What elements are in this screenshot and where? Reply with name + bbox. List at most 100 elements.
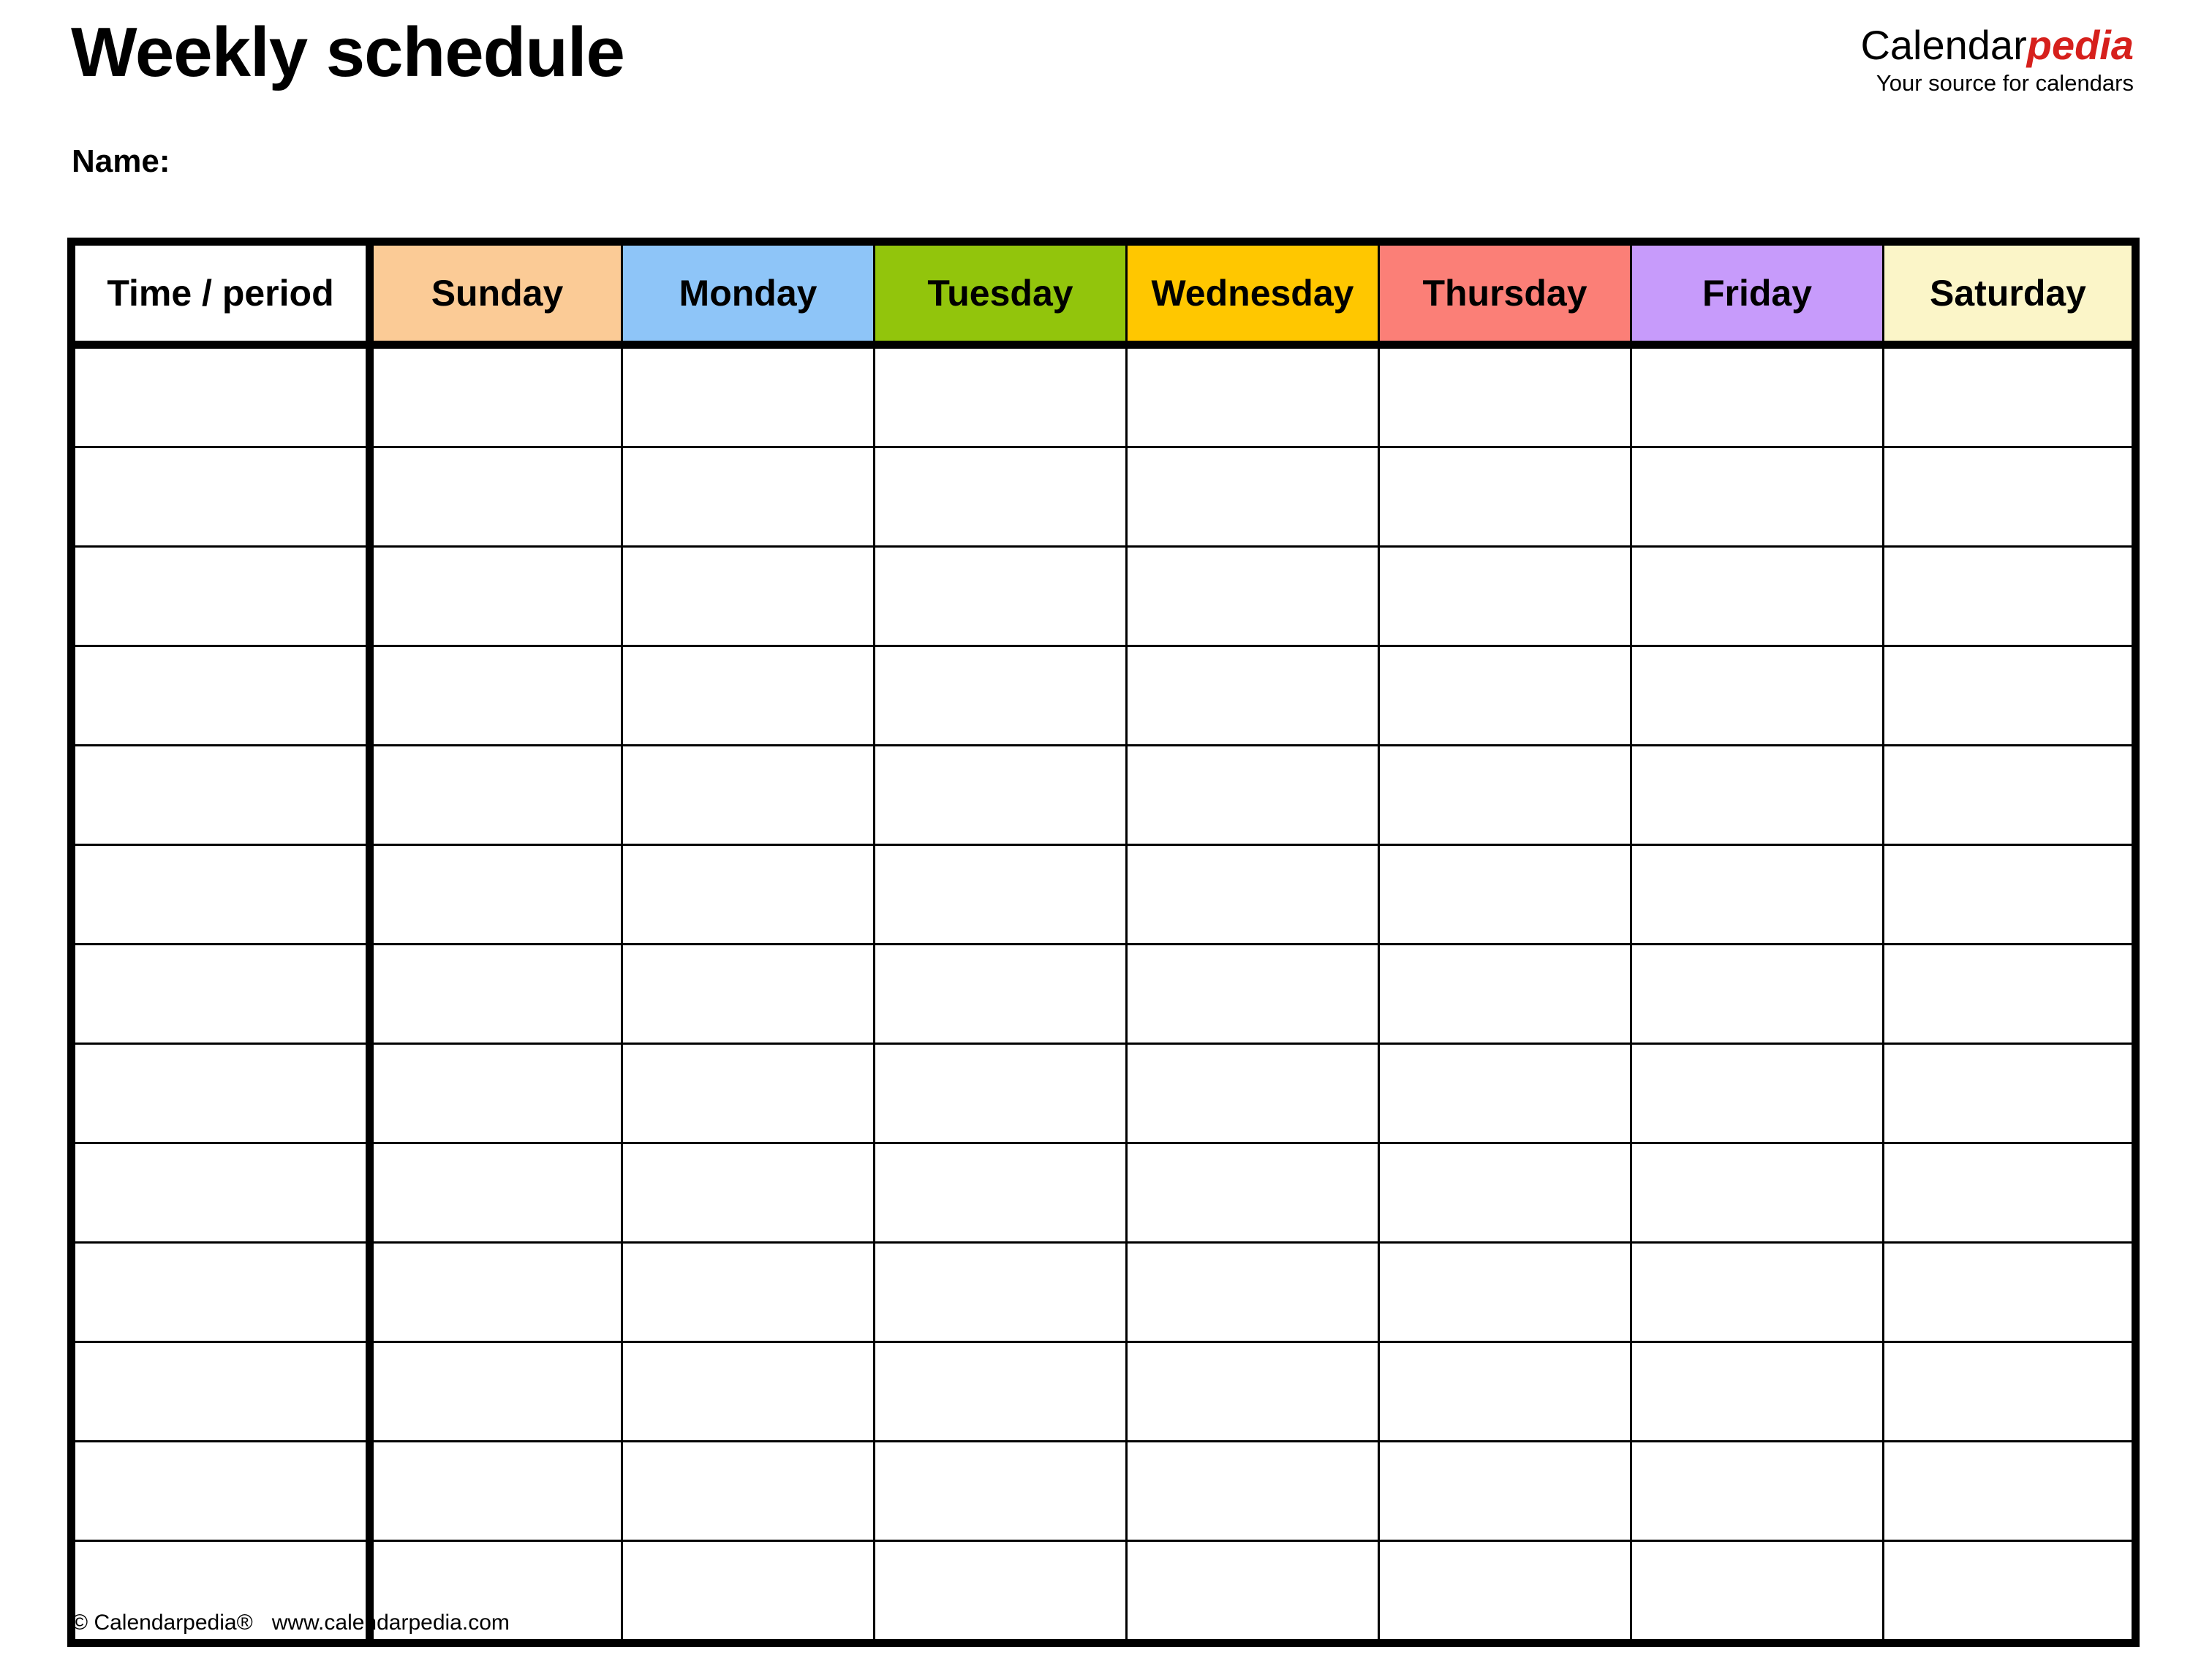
schedule-cell-friday[interactable]	[1630, 344, 1884, 448]
schedule-cell-saturday[interactable]	[1882, 446, 2137, 548]
schedule-cell-time[interactable]	[70, 744, 374, 846]
schedule-cell-saturday[interactable]	[1882, 1440, 2137, 1542]
schedule-cell-tuesday[interactable]	[873, 446, 1128, 548]
schedule-cell-monday[interactable]	[621, 1142, 875, 1244]
schedule-cell-sunday[interactable]	[369, 1241, 623, 1343]
schedule-cell-friday[interactable]	[1630, 1043, 1884, 1144]
schedule-cell-saturday[interactable]	[1882, 943, 2137, 1045]
schedule-cell-thursday[interactable]	[1378, 1142, 1632, 1244]
schedule-cell-thursday[interactable]	[1378, 1043, 1632, 1144]
schedule-cell-friday[interactable]	[1630, 545, 1884, 647]
schedule-cell-thursday[interactable]	[1378, 446, 1632, 548]
schedule-cell-tuesday[interactable]	[873, 1241, 1128, 1343]
schedule-cell-time[interactable]	[70, 344, 374, 448]
schedule-cell-saturday[interactable]	[1882, 1142, 2137, 1244]
schedule-cell-time[interactable]	[70, 844, 374, 945]
schedule-cell-tuesday[interactable]	[873, 1540, 1128, 1644]
schedule-cell-thursday[interactable]	[1378, 545, 1632, 647]
schedule-cell-sunday[interactable]	[369, 645, 623, 746]
schedule-cell-wednesday[interactable]	[1125, 1341, 1380, 1442]
schedule-cell-time[interactable]	[70, 1043, 374, 1144]
schedule-cell-sunday[interactable]	[369, 344, 623, 448]
schedule-cell-saturday[interactable]	[1882, 344, 2137, 448]
schedule-cell-wednesday[interactable]	[1125, 943, 1380, 1045]
schedule-cell-friday[interactable]	[1630, 943, 1884, 1045]
schedule-cell-wednesday[interactable]	[1125, 844, 1380, 945]
schedule-cell-time[interactable]	[70, 1440, 374, 1542]
schedule-cell-monday[interactable]	[621, 1440, 875, 1542]
schedule-cell-friday[interactable]	[1630, 645, 1884, 746]
schedule-cell-sunday[interactable]	[369, 1341, 623, 1442]
schedule-cell-tuesday[interactable]	[873, 844, 1128, 945]
schedule-cell-wednesday[interactable]	[1125, 1241, 1380, 1343]
schedule-cell-sunday[interactable]	[369, 1142, 623, 1244]
footer-url[interactable]: www.calendarpedia.com	[272, 1611, 510, 1635]
schedule-cell-monday[interactable]	[621, 1540, 875, 1644]
schedule-cell-monday[interactable]	[621, 1043, 875, 1144]
schedule-cell-time[interactable]	[70, 1241, 374, 1343]
schedule-cell-sunday[interactable]	[369, 1440, 623, 1542]
schedule-cell-friday[interactable]	[1630, 1440, 1884, 1542]
schedule-cell-friday[interactable]	[1630, 1142, 1884, 1244]
schedule-cell-saturday[interactable]	[1882, 545, 2137, 647]
schedule-cell-friday[interactable]	[1630, 1241, 1884, 1343]
schedule-cell-monday[interactable]	[621, 446, 875, 548]
schedule-cell-thursday[interactable]	[1378, 844, 1632, 945]
schedule-cell-monday[interactable]	[621, 943, 875, 1045]
schedule-cell-tuesday[interactable]	[873, 744, 1128, 846]
schedule-cell-monday[interactable]	[621, 844, 875, 945]
schedule-cell-tuesday[interactable]	[873, 645, 1128, 746]
schedule-cell-monday[interactable]	[621, 545, 875, 647]
schedule-cell-thursday[interactable]	[1378, 1440, 1632, 1542]
schedule-cell-time[interactable]	[70, 446, 374, 548]
schedule-cell-thursday[interactable]	[1378, 943, 1632, 1045]
schedule-cell-friday[interactable]	[1630, 844, 1884, 945]
schedule-cell-tuesday[interactable]	[873, 1142, 1128, 1244]
schedule-cell-sunday[interactable]	[369, 545, 623, 647]
schedule-cell-thursday[interactable]	[1378, 1540, 1632, 1644]
schedule-cell-thursday[interactable]	[1378, 1241, 1632, 1343]
schedule-cell-tuesday[interactable]	[873, 545, 1128, 647]
schedule-cell-friday[interactable]	[1630, 446, 1884, 548]
schedule-cell-thursday[interactable]	[1378, 744, 1632, 846]
schedule-cell-monday[interactable]	[621, 344, 875, 448]
schedule-cell-wednesday[interactable]	[1125, 446, 1380, 548]
schedule-cell-tuesday[interactable]	[873, 344, 1128, 448]
schedule-cell-sunday[interactable]	[369, 1043, 623, 1144]
schedule-cell-saturday[interactable]	[1882, 744, 2137, 846]
schedule-cell-thursday[interactable]	[1378, 344, 1632, 448]
schedule-cell-wednesday[interactable]	[1125, 645, 1380, 746]
schedule-cell-tuesday[interactable]	[873, 1341, 1128, 1442]
schedule-cell-monday[interactable]	[621, 744, 875, 846]
schedule-cell-monday[interactable]	[621, 645, 875, 746]
schedule-cell-time[interactable]	[70, 545, 374, 647]
schedule-cell-thursday[interactable]	[1378, 645, 1632, 746]
schedule-cell-saturday[interactable]	[1882, 1540, 2137, 1644]
schedule-cell-sunday[interactable]	[369, 744, 623, 846]
schedule-cell-wednesday[interactable]	[1125, 545, 1380, 647]
schedule-cell-friday[interactable]	[1630, 1341, 1884, 1442]
schedule-cell-sunday[interactable]	[369, 844, 623, 945]
schedule-cell-wednesday[interactable]	[1125, 744, 1380, 846]
schedule-cell-tuesday[interactable]	[873, 943, 1128, 1045]
schedule-cell-sunday[interactable]	[369, 943, 623, 1045]
schedule-cell-time[interactable]	[70, 943, 374, 1045]
schedule-cell-monday[interactable]	[621, 1241, 875, 1343]
schedule-cell-sunday[interactable]	[369, 446, 623, 548]
schedule-cell-wednesday[interactable]	[1125, 1043, 1380, 1144]
schedule-cell-friday[interactable]	[1630, 1540, 1884, 1644]
schedule-cell-wednesday[interactable]	[1125, 344, 1380, 448]
schedule-cell-saturday[interactable]	[1882, 844, 2137, 945]
schedule-cell-saturday[interactable]	[1882, 1341, 2137, 1442]
schedule-cell-time[interactable]	[70, 1142, 374, 1244]
schedule-cell-monday[interactable]	[621, 1341, 875, 1442]
schedule-cell-saturday[interactable]	[1882, 1043, 2137, 1144]
schedule-cell-wednesday[interactable]	[1125, 1540, 1380, 1644]
schedule-cell-tuesday[interactable]	[873, 1043, 1128, 1144]
schedule-cell-friday[interactable]	[1630, 744, 1884, 846]
schedule-cell-wednesday[interactable]	[1125, 1440, 1380, 1542]
schedule-cell-tuesday[interactable]	[873, 1440, 1128, 1542]
schedule-cell-saturday[interactable]	[1882, 645, 2137, 746]
schedule-cell-saturday[interactable]	[1882, 1241, 2137, 1343]
schedule-cell-time[interactable]	[70, 645, 374, 746]
